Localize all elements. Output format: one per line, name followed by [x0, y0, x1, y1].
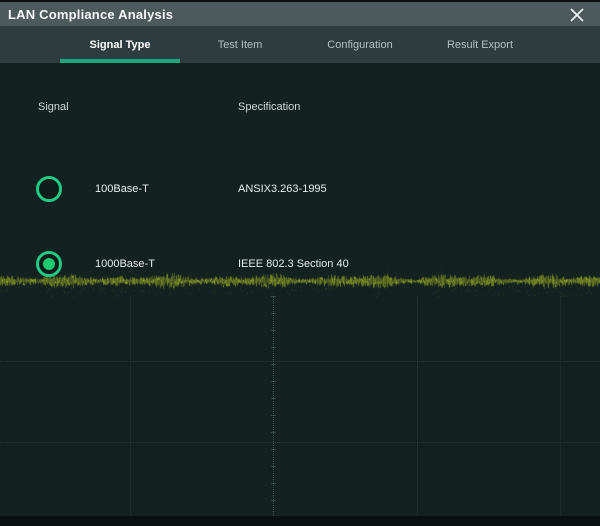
specification-column-header: Specification — [238, 101, 300, 113]
grid-hline — [0, 361, 600, 362]
radio-dot — [43, 258, 55, 270]
grid-center-ticks — [271, 296, 276, 516]
lan-compliance-dialog: LAN Compliance Analysis Signal Type Test… — [0, 0, 600, 526]
signal-column-header: Signal — [38, 101, 69, 113]
tab-label: Configuration — [327, 39, 392, 51]
tab-strip: Signal Type Test Item Configuration Resu… — [60, 26, 540, 63]
tab-test-item[interactable]: Test Item — [180, 26, 300, 63]
grid-vline — [560, 296, 561, 516]
tab-configuration[interactable]: Configuration — [300, 26, 420, 63]
close-button[interactable] — [560, 5, 594, 25]
signal-label: 100Base-T — [95, 183, 149, 195]
tab-label: Result Export — [447, 39, 513, 51]
active-tab-underline — [60, 59, 180, 63]
dialog-tabbar: Signal Type Test Item Configuration Resu… — [0, 26, 600, 63]
grid-hline — [0, 442, 600, 443]
bottom-bar — [0, 516, 600, 526]
radio-1000base-t[interactable] — [36, 251, 62, 277]
tab-result-export[interactable]: Result Export — [420, 26, 540, 63]
radio-100base-t[interactable] — [36, 176, 62, 202]
signal-label: 1000Base-T — [95, 258, 155, 270]
grid-vline — [130, 296, 131, 516]
dialog-titlebar: LAN Compliance Analysis — [0, 0, 600, 26]
grid-vline — [417, 296, 418, 516]
tab-signal-type[interactable]: Signal Type — [60, 26, 180, 63]
dialog-title: LAN Compliance Analysis — [8, 7, 173, 22]
specification-label: ANSIX3.263-1995 — [238, 183, 327, 195]
specification-label: IEEE 802.3 Section 40 — [238, 258, 349, 270]
tab-label: Signal Type — [90, 39, 151, 51]
tab-label: Test Item — [218, 39, 263, 51]
close-icon — [569, 7, 585, 23]
